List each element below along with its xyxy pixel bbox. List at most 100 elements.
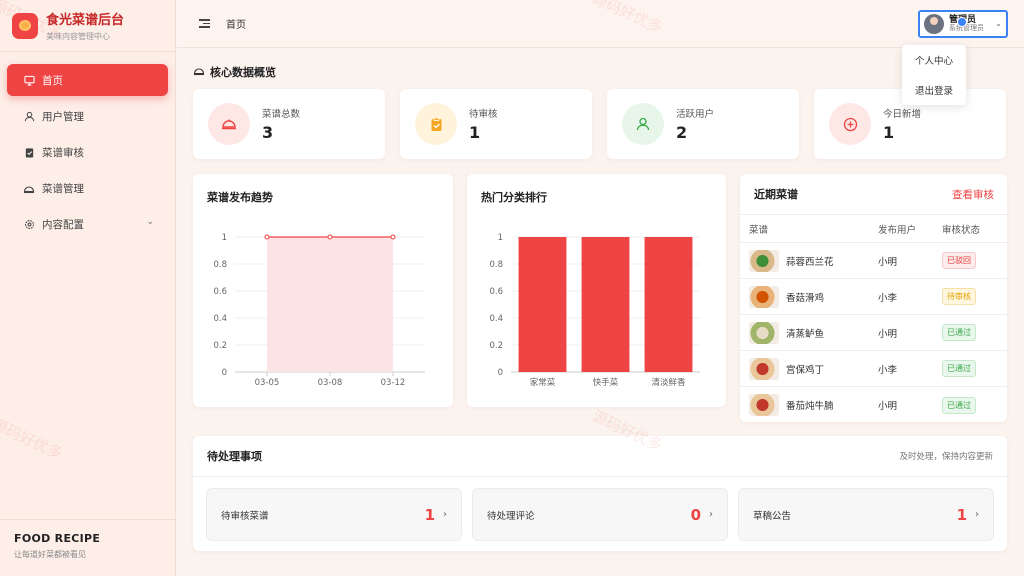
status-badge: 已通过	[942, 360, 976, 377]
sidebar-item-recipe-review[interactable]: 菜谱审核	[7, 136, 168, 168]
table-header: 菜谱 发布用户 审核状态	[740, 215, 1007, 243]
brand: 食光菜谱后台 美味内容管理中心	[0, 0, 175, 52]
chevron-right-icon: ›	[975, 509, 979, 520]
dish-icon	[208, 103, 250, 145]
sidebar-item-label: 菜谱管理	[42, 182, 84, 195]
x-tick-label: 03-08	[318, 378, 343, 388]
chart-title: 热门分类排行	[481, 191, 547, 204]
menu-toggle-icon[interactable]	[199, 19, 210, 28]
stat-card-total-recipes[interactable]: 菜谱总数 3	[193, 89, 385, 159]
chart-title: 菜谱发布趋势	[207, 191, 273, 204]
todo-item-pending-comments[interactable]: 待处理评论 0 ›	[472, 488, 728, 541]
y-tick-label: 1	[222, 233, 227, 243]
y-tick-label: 0.4	[213, 314, 227, 324]
y-tick-label: 0.2	[213, 341, 227, 351]
todo-count: 1	[424, 505, 435, 524]
stat-value: 3	[262, 123, 274, 142]
recipe-thumbnail	[749, 249, 779, 272]
footer-title: FOOD RECIPE	[14, 532, 101, 545]
data-point	[390, 234, 396, 240]
table-row[interactable]: 宫保鸡丁 小李 已通过	[740, 351, 1007, 387]
user-dropdown: 个人中心 退出登录	[902, 45, 966, 105]
recipe-name: 清蒸鲈鱼	[786, 328, 825, 340]
todo-label: 待审核菜谱	[221, 510, 269, 522]
sidebar-item-content-config[interactable]: 内容配置 ⌄	[7, 208, 168, 240]
recipe-name: 香菇滑鸡	[786, 292, 825, 304]
breadcrumb[interactable]: 首页	[226, 16, 246, 31]
recent-title: 近期菜谱	[754, 188, 798, 201]
recipe-thumbnail	[749, 285, 779, 308]
sidebar-footer: FOOD RECIPE 让每道好菜都被看见	[0, 519, 176, 576]
todo-hint: 及时处理，保持内容更新	[899, 452, 993, 462]
stat-card-active-users[interactable]: 活跃用户 2	[607, 89, 799, 159]
category-chart: 0 0.2 0.4 0.6 0.8 1 家常菜 快手菜 清淡鲜香	[489, 233, 700, 388]
category-chart-card: 0 0.2 0.4 0.6 0.8 1 家常菜 快手菜 清淡鲜香 热门分类排行	[467, 174, 726, 407]
stat-value: 2	[676, 123, 688, 142]
menu-item-profile[interactable]: 个人中心	[902, 45, 966, 75]
sidebar-item-users[interactable]: 用户管理	[7, 100, 168, 132]
recipe-name: 蒜蓉西兰花	[786, 256, 834, 268]
stat-label: 菜谱总数	[262, 109, 301, 120]
sidebar-item-label: 菜谱审核	[42, 146, 84, 159]
todo-item-draft-notices[interactable]: 草稿公告 1 ›	[738, 488, 994, 541]
overview-title: 核心数据概览	[193, 64, 276, 80]
recipe-name: 番茄炖牛腩	[786, 401, 834, 412]
gear-icon	[23, 218, 35, 230]
view-review-link[interactable]: 查看审核	[952, 187, 994, 202]
recipe-user: 小李	[878, 292, 898, 304]
recent-recipes-card: 近期菜谱 查看审核 菜谱 发布用户 审核状态 蒜蓉西兰花 小明 已驳回 香菇滑鸡…	[740, 174, 1007, 422]
top-header: 首页 管理员 系统管理员 ⌄	[177, 0, 1024, 48]
y-tick-label: 1	[498, 233, 503, 243]
sidebar-item-label: 首页	[42, 74, 63, 87]
sidebar-item-recipe-manage[interactable]: 菜谱管理	[7, 172, 168, 204]
y-tick-label: 0	[222, 368, 227, 378]
todo-label: 待处理评论	[487, 510, 535, 522]
chevron-down-icon: ⌄	[995, 19, 1002, 28]
user-icon	[23, 110, 35, 122]
table-row[interactable]: 番茄炖牛腩 小明 已通过	[740, 387, 1007, 423]
x-tick-label: 03-05	[255, 378, 280, 388]
sidebar-item-label: 用户管理	[42, 110, 84, 123]
column-header: 审核状态	[942, 224, 981, 236]
chevron-right-icon: ›	[443, 509, 447, 520]
recipe-name: 宫保鸡丁	[786, 364, 825, 376]
trend-chart: 0 0.2 0.4 0.6 0.8 1 03-05 03-08 03-12	[213, 233, 425, 388]
clipboard-check-icon	[415, 103, 457, 145]
bar	[644, 237, 693, 372]
status-badge: 已通过	[942, 396, 976, 414]
data-point	[327, 234, 333, 240]
x-tick-label: 清淡鲜香	[651, 377, 686, 388]
stat-label: 今日新增	[883, 109, 922, 120]
recipe-user: 小明	[878, 328, 898, 340]
area-fill	[267, 237, 393, 372]
todo-item-pending-recipes[interactable]: 待审核菜谱 1 ›	[206, 488, 462, 541]
user-menu-button[interactable]: 管理员 系统管理员 ⌄	[918, 10, 1008, 38]
todo-title: 待处理事项	[207, 450, 262, 463]
y-tick-label: 0.6	[213, 287, 227, 297]
trend-chart-card: 0 0.2 0.4 0.6 0.8 1 03-05 03-08 03-12 菜谱发布趋势	[193, 174, 453, 407]
table-row[interactable]: 蒜蓉西兰花 小明 已驳回	[740, 243, 1007, 279]
tomato-logo-icon	[12, 12, 38, 39]
recipe-user: 小李	[878, 364, 898, 376]
overview-title-text: 核心数据概览	[210, 66, 276, 79]
stat-card-pending[interactable]: 待审核 1	[400, 89, 592, 159]
recipe-user: 小明	[878, 256, 898, 268]
sidebar-menu: 首页 用户管理 菜谱审核 菜谱管理 内容配置 ⌄	[0, 52, 175, 240]
avatar	[924, 14, 944, 34]
y-tick-label: 0.8	[489, 260, 503, 270]
todo-count: 0	[690, 505, 701, 524]
y-tick-label: 0.8	[213, 260, 227, 270]
data-point	[264, 234, 270, 240]
menu-item-logout[interactable]: 退出登录	[902, 75, 966, 105]
bar	[518, 237, 567, 372]
sidebar-item-home[interactable]: 首页	[7, 64, 168, 96]
table-row[interactable]: 香菇滑鸡 小李 待审核	[740, 279, 1007, 315]
todo-label: 草稿公告	[753, 510, 792, 522]
footer-subtitle: 让每道好菜都被看见	[14, 550, 86, 559]
stat-value: 1	[883, 123, 895, 142]
x-tick-label: 快手菜	[593, 377, 619, 388]
x-tick-label: 03-12	[381, 378, 406, 388]
table-row[interactable]: 清蒸鲈鱼 小明 已通过	[740, 315, 1007, 351]
stat-label: 活跃用户	[676, 109, 715, 120]
bar	[581, 237, 630, 372]
